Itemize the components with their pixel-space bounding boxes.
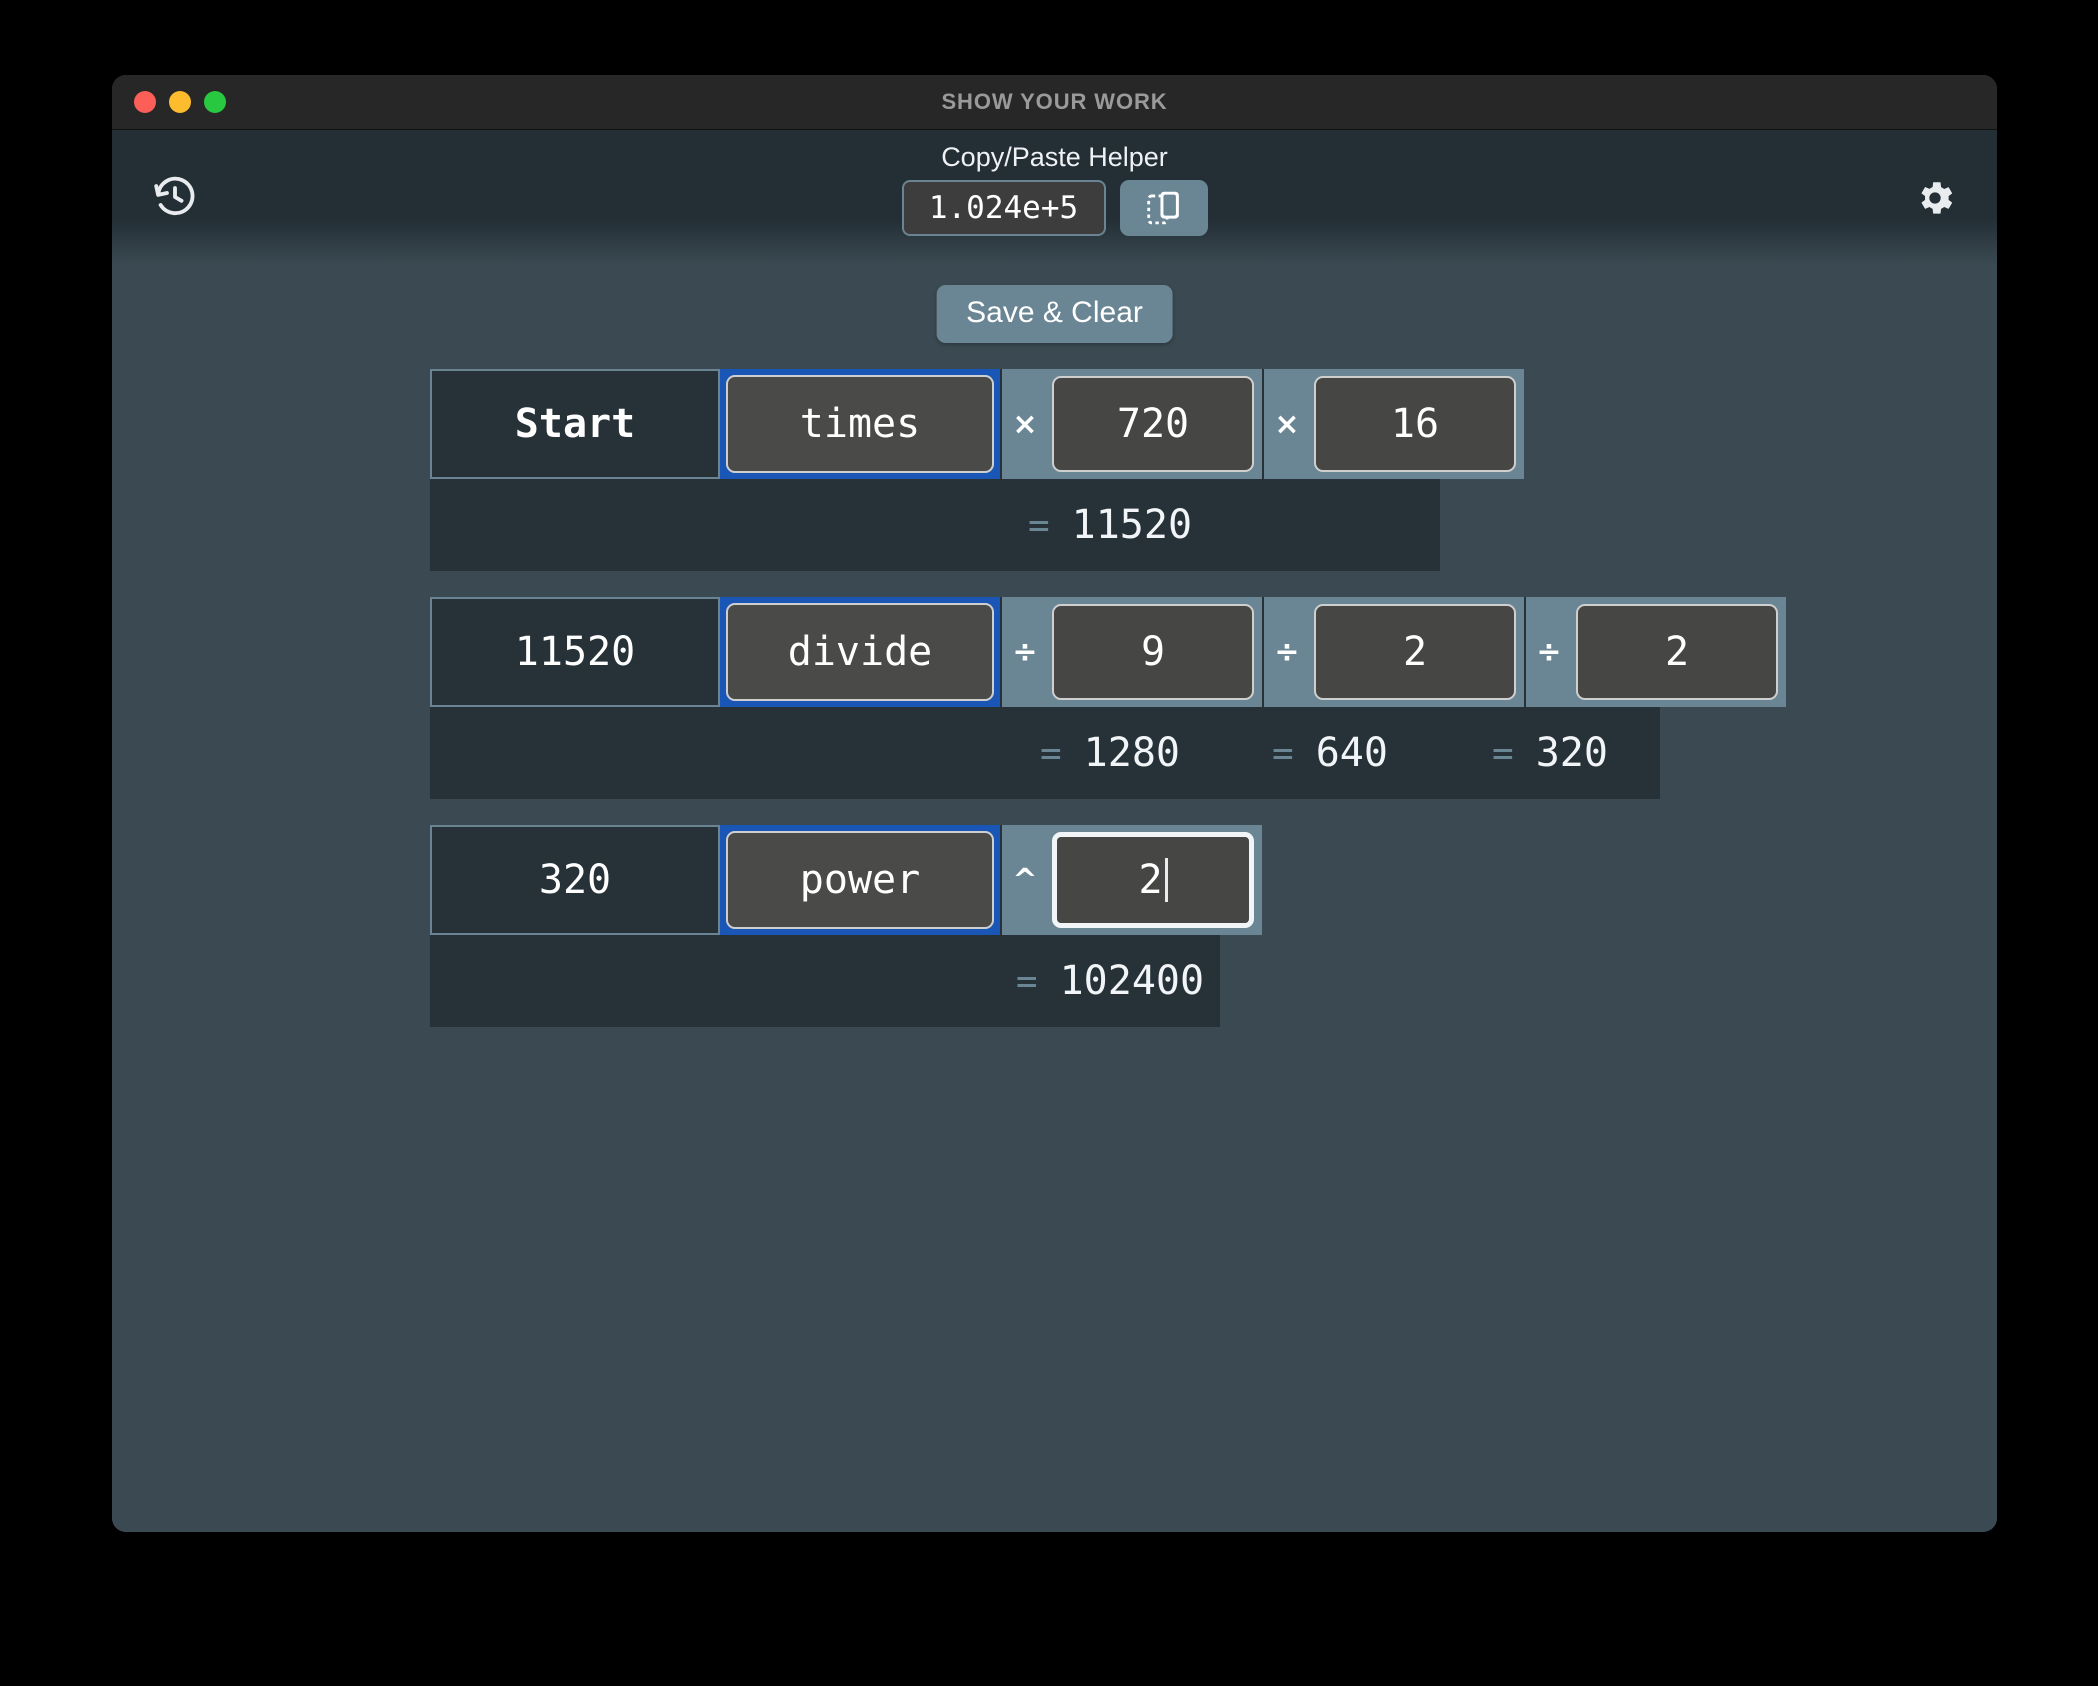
operand-group: ÷ 2 bbox=[1524, 597, 1786, 707]
result-slot: = 102400 bbox=[1000, 958, 1220, 1004]
calculation-rows: Start times × 720 × 16 = 11520 11520 divide ÷ 9 ÷ 2 ÷ 2… bbox=[430, 369, 1786, 1053]
operand-input[interactable]: 2 bbox=[1314, 604, 1516, 700]
operation-line: 320 power ^ 2 bbox=[430, 825, 1786, 935]
operator-symbol: ^ bbox=[1012, 862, 1038, 898]
result-slot: = 320 bbox=[1440, 730, 1660, 776]
operation-select[interactable]: power bbox=[726, 831, 994, 929]
operator-symbol: ÷ bbox=[1274, 634, 1300, 670]
operation-line: 11520 divide ÷ 9 ÷ 2 ÷ 2 bbox=[430, 597, 1786, 707]
result-slot: = 11520 bbox=[1000, 502, 1220, 548]
calculation-row: 320 power ^ 2 = 102400 bbox=[430, 825, 1786, 1027]
equals-sign: = bbox=[1015, 960, 1038, 1002]
copy-paste-helper: Copy/Paste Helper 1.024e+5 bbox=[901, 142, 1208, 236]
operator-symbol: ÷ bbox=[1536, 634, 1562, 670]
operator-symbol: ÷ bbox=[1012, 634, 1038, 670]
operation-line: Start times × 720 × 16 bbox=[430, 369, 1786, 479]
work-area: Save & Clear Start times × 720 × 16 = 11520 1152… bbox=[112, 265, 1997, 1532]
calculation-row: Start times × 720 × 16 = 11520 bbox=[430, 369, 1786, 571]
result-value: 11520 bbox=[1071, 502, 1193, 548]
result-line: = 11520 bbox=[430, 479, 1440, 571]
equals-sign: = bbox=[1492, 732, 1514, 774]
result-value: 1280 bbox=[1083, 730, 1180, 776]
operand-group: ÷ 2 bbox=[1262, 597, 1524, 707]
result-line: = 102400 bbox=[430, 935, 1220, 1027]
operand-input[interactable]: 720 bbox=[1052, 376, 1254, 472]
operand-group: ÷ 9 bbox=[1000, 597, 1262, 707]
operation-select[interactable]: times bbox=[726, 375, 994, 473]
app-header: Copy/Paste Helper 1.024e+5 bbox=[112, 130, 1997, 265]
gear-icon[interactable] bbox=[1911, 174, 1959, 222]
result-line: = 1280 = 640 = 320 bbox=[430, 707, 1660, 799]
copy-paste-value[interactable]: 1.024e+5 bbox=[901, 180, 1106, 236]
history-icon[interactable] bbox=[150, 172, 200, 222]
copy-paste-row: 1.024e+5 bbox=[901, 180, 1208, 236]
operand-input[interactable]: 9 bbox=[1052, 604, 1254, 700]
result-value: 320 bbox=[1535, 730, 1608, 776]
operation-select-wrapper: times bbox=[720, 369, 1000, 479]
save-and-clear-button[interactable]: Save & Clear bbox=[936, 285, 1173, 343]
operator-symbol: × bbox=[1012, 406, 1038, 442]
operand-input[interactable]: 16 bbox=[1314, 376, 1516, 472]
operand-group: ^ 2 bbox=[1000, 825, 1262, 935]
title-bar: SHOW YOUR WORK bbox=[112, 75, 1997, 130]
operand-input-value: 2 bbox=[1138, 857, 1163, 903]
row-start-value: 320 bbox=[430, 825, 720, 935]
result-value: 640 bbox=[1315, 730, 1388, 776]
calculation-row: 11520 divide ÷ 9 ÷ 2 ÷ 2 = 1280 = 640 = 320 bbox=[430, 597, 1786, 799]
equals-sign: = bbox=[1027, 504, 1050, 546]
row-start-value: 11520 bbox=[430, 597, 720, 707]
window-title: SHOW YOUR WORK bbox=[941, 89, 1168, 114]
result-slot: = 640 bbox=[1220, 730, 1440, 776]
equals-sign: = bbox=[1039, 732, 1062, 774]
operator-symbol: × bbox=[1274, 406, 1300, 442]
operation-select-wrapper: power bbox=[720, 825, 1000, 935]
result-slot: = 1280 bbox=[1000, 730, 1220, 776]
copy-paste-label: Copy/Paste Helper bbox=[941, 142, 1168, 172]
copy-icon[interactable] bbox=[1119, 180, 1208, 236]
operation-select[interactable]: divide bbox=[726, 603, 994, 701]
operand-group: × 720 bbox=[1000, 369, 1262, 479]
operation-select-wrapper: divide bbox=[720, 597, 1000, 707]
operand-input[interactable]: 2 bbox=[1576, 604, 1778, 700]
operand-input[interactable]: 2 bbox=[1052, 832, 1254, 928]
row-start-value: Start bbox=[430, 369, 720, 479]
operand-group: × 16 bbox=[1262, 369, 1524, 479]
result-value: 102400 bbox=[1059, 958, 1205, 1004]
equals-sign: = bbox=[1272, 732, 1294, 774]
text-caret bbox=[1164, 858, 1168, 902]
app-window: SHOW YOUR WORK Copy/Paste Helper 1.024e+… bbox=[112, 75, 1997, 1532]
